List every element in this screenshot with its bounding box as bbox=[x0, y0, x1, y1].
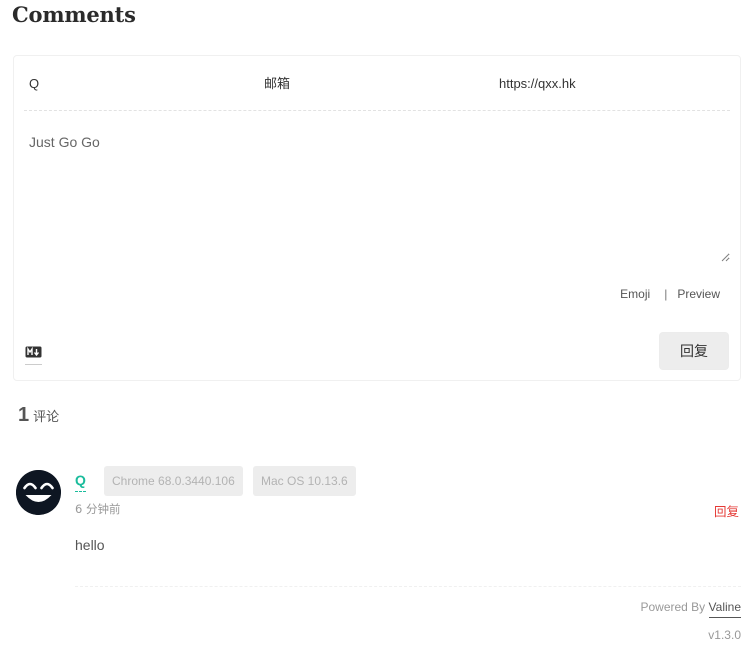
markdown-icon[interactable] bbox=[25, 344, 42, 365]
comment-header-row bbox=[24, 56, 730, 111]
submit-reply-button[interactable]: 回复 bbox=[659, 332, 729, 370]
comment-count: 1 评论 bbox=[18, 404, 59, 427]
page-title: Comments bbox=[12, 2, 136, 27]
website-input[interactable] bbox=[495, 56, 725, 111]
emoji-button[interactable]: Emoji bbox=[620, 287, 650, 301]
editor-tools: Emoji | Preview bbox=[620, 287, 720, 301]
powered-by-label: Powered By bbox=[640, 600, 706, 614]
powered-by: Powered By Valine bbox=[640, 600, 741, 618]
comment-author[interactable]: Q bbox=[75, 471, 86, 492]
preview-button[interactable]: Preview bbox=[677, 287, 720, 301]
comment-time: 6 分钟前 bbox=[75, 502, 121, 516]
comment-divider bbox=[75, 586, 741, 587]
comment-content: hello bbox=[75, 537, 105, 553]
avatar bbox=[16, 470, 61, 515]
comment-count-label: 评论 bbox=[33, 410, 60, 425]
valine-link[interactable]: Valine bbox=[708, 600, 741, 618]
comment-count-number: 1 bbox=[18, 404, 30, 426]
browser-badge: Chrome 68.0.3440.106 bbox=[104, 466, 243, 496]
comment-form: Emoji | Preview 回复 bbox=[13, 55, 741, 381]
resize-grip-icon[interactable] bbox=[720, 252, 730, 262]
reply-link[interactable]: 回复 bbox=[714, 501, 739, 520]
comment-textarea[interactable] bbox=[24, 126, 730, 262]
email-input[interactable] bbox=[260, 56, 490, 111]
smiley-face-avatar-icon bbox=[16, 470, 61, 515]
tools-separator: | bbox=[664, 287, 668, 301]
os-badge: Mac OS 10.13.6 bbox=[253, 466, 356, 496]
nickname-input[interactable] bbox=[25, 56, 255, 111]
version-label: v1.3.0 bbox=[708, 628, 741, 642]
